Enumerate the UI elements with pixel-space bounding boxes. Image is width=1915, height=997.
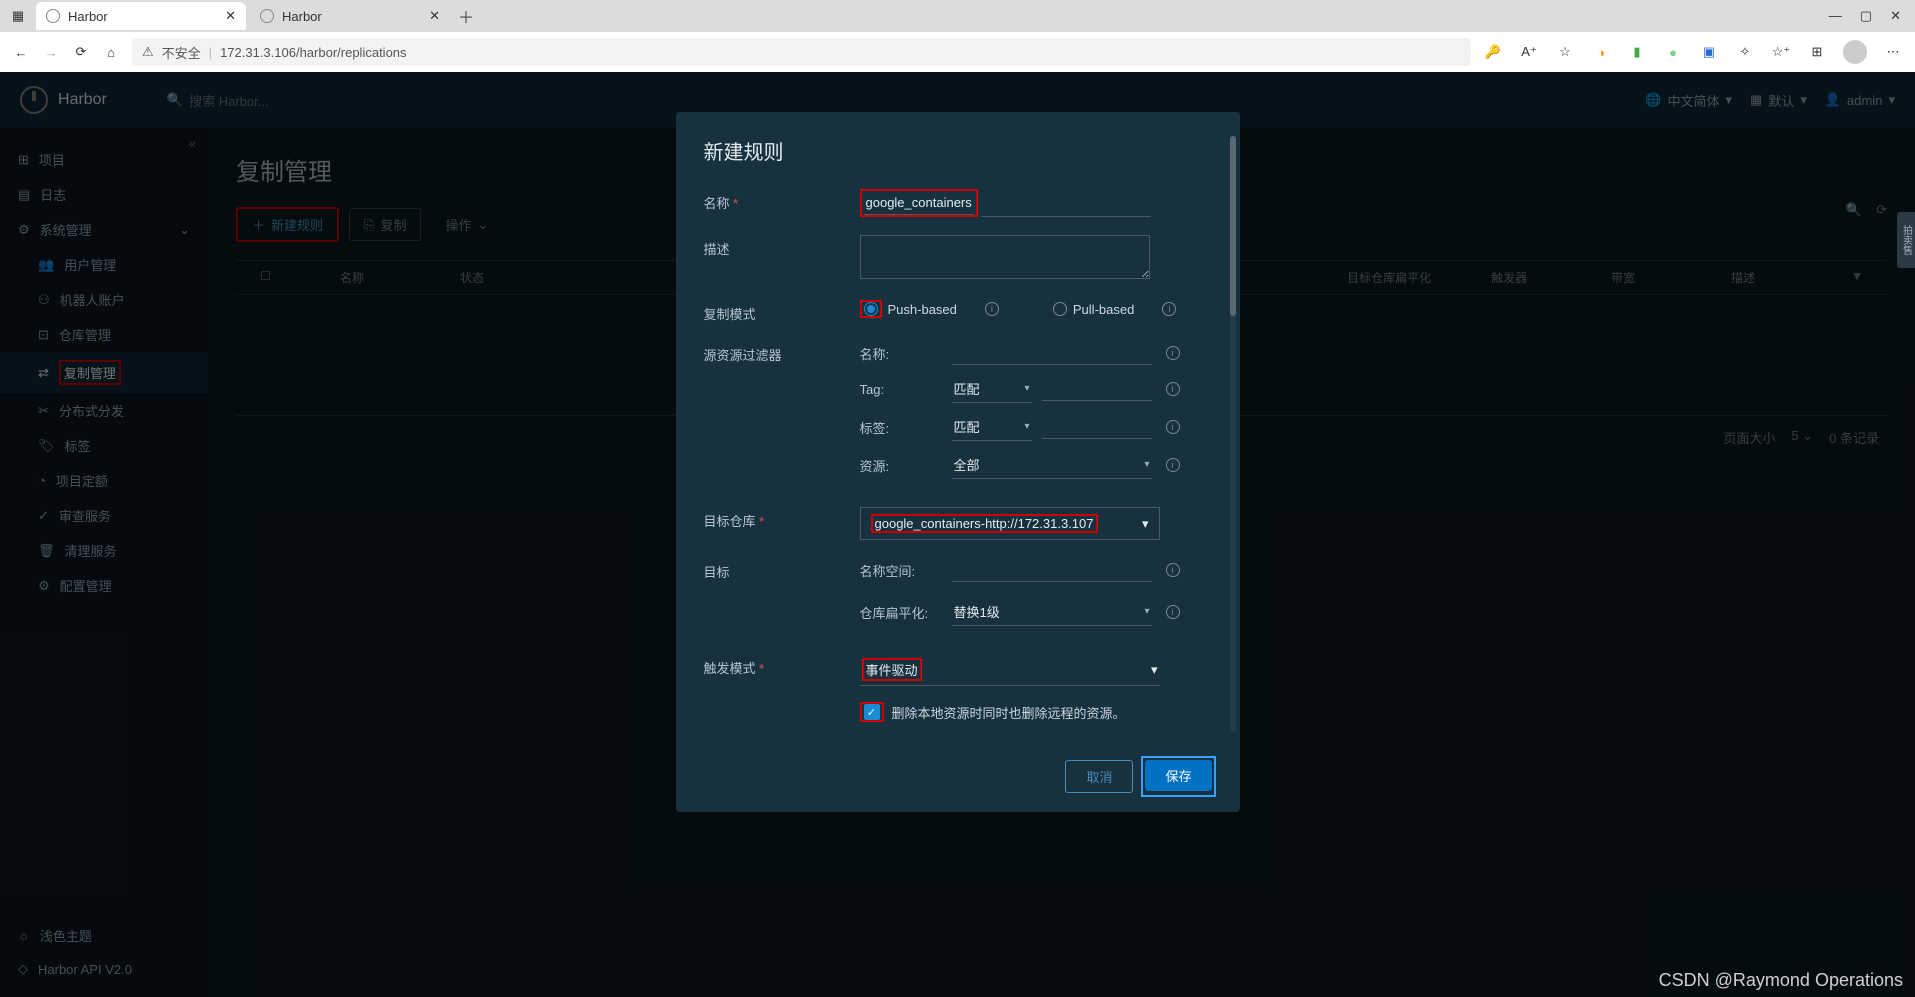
flt-tag-input[interactable]: [1042, 377, 1152, 401]
info-icon[interactable]: i: [985, 302, 999, 316]
tab-title: Harbor: [68, 9, 108, 24]
ext3-icon[interactable]: ●: [1663, 42, 1683, 62]
refresh-button[interactable]: ⟳: [72, 44, 90, 60]
info-icon[interactable]: i: [1166, 420, 1180, 434]
dst-repo-select[interactable]: google_containers-http://172.31.3.107 ▾: [860, 507, 1160, 540]
flt-res-label: 资源:: [860, 456, 942, 475]
trigger-select[interactable]: 事件驱动 ▾: [860, 654, 1160, 686]
modal-title: 新建规则: [704, 136, 1240, 165]
url-text: 172.31.3.106/harbor/replications: [220, 45, 406, 60]
ns-label: 名称空间:: [860, 561, 942, 580]
window-close-button[interactable]: ✕: [1890, 8, 1901, 24]
pull-radio[interactable]: Pull-based: [1053, 302, 1134, 317]
tab-title: Harbor: [282, 9, 322, 24]
browser-tab-1[interactable]: Harbor ✕: [36, 2, 246, 30]
delete-remote-label: 删除本地资源时同时也删除远程的资源。: [892, 703, 1126, 722]
flt-name-label: 名称:: [860, 344, 942, 363]
desc-textarea[interactable]: [860, 235, 1150, 279]
trigger-label: 触发模式: [704, 654, 844, 677]
flt-label-match-select[interactable]: 匹配▾: [952, 413, 1032, 441]
close-icon[interactable]: ✕: [225, 8, 236, 24]
modal-scrollbar[interactable]: [1230, 136, 1236, 732]
flt-label-input[interactable]: [1042, 415, 1152, 439]
flat-label: 仓库扁平化:: [860, 603, 942, 622]
push-radio[interactable]: [864, 302, 878, 316]
app-icon[interactable]: ⊞: [1807, 42, 1827, 62]
browser-tab-strip: ▦ Harbor ✕ Harbor ✕ ＋ — ▢ ✕: [0, 0, 1915, 32]
window-maximize-button[interactable]: ▢: [1860, 8, 1872, 24]
flt-name-input[interactable]: [952, 341, 1152, 365]
favicon-icon: [46, 9, 60, 23]
desc-label: 描述: [704, 235, 844, 258]
new-rule-modal: 新建规则 名称 描述 复制模式: [676, 112, 1240, 812]
mode-label: 复制模式: [704, 300, 844, 323]
forward-button[interactable]: →: [42, 45, 60, 60]
extensions-icon[interactable]: ✧: [1735, 42, 1755, 62]
tab-list-icon[interactable]: ▦: [4, 2, 32, 30]
profile-avatar[interactable]: [1843, 40, 1867, 64]
browser-address-bar: ← → ⟳ ⌂ ⚠ 不安全 | 172.31.3.106/harbor/repl…: [0, 32, 1915, 72]
name-label: 名称: [704, 189, 844, 212]
info-icon[interactable]: i: [1166, 605, 1180, 619]
text-icon[interactable]: A⁺: [1519, 42, 1539, 62]
window-minimize-button[interactable]: —: [1829, 8, 1842, 24]
info-icon[interactable]: i: [1166, 382, 1180, 396]
collections-icon[interactable]: ☆⁺: [1771, 42, 1791, 62]
info-icon[interactable]: i: [1166, 458, 1180, 472]
insecure-label: 不安全: [162, 43, 201, 62]
ext2-icon[interactable]: ▮: [1627, 42, 1647, 62]
insecure-icon: ⚠: [142, 44, 154, 60]
info-icon[interactable]: i: [1162, 302, 1176, 316]
dst-repo-label: 目标仓库: [704, 507, 844, 530]
flt-tag-label: Tag:: [860, 382, 942, 397]
new-tab-button[interactable]: ＋: [458, 4, 474, 28]
flt-res-select[interactable]: 全部▾: [952, 451, 1152, 479]
reader-icon[interactable]: 🔑: [1483, 42, 1503, 62]
filter-label: 源资源过滤器: [704, 341, 844, 364]
name-input[interactable]: [864, 191, 974, 215]
delete-remote-checkbox[interactable]: ✓: [864, 704, 880, 720]
more-icon[interactable]: ⋯: [1883, 42, 1903, 62]
push-label: Push-based: [888, 302, 957, 317]
info-icon[interactable]: i: [1166, 346, 1180, 360]
back-button[interactable]: ←: [12, 45, 30, 60]
chevron-down-icon: ▾: [1151, 662, 1158, 678]
favorite-icon[interactable]: ☆: [1555, 42, 1575, 62]
browser-tab-2[interactable]: Harbor ✕: [250, 2, 450, 30]
favicon-icon: [260, 9, 274, 23]
info-icon[interactable]: i: [1166, 563, 1180, 577]
chevron-down-icon: ▾: [1142, 516, 1149, 532]
save-button[interactable]: 保存: [1145, 760, 1211, 791]
translate-icon[interactable]: ▣: [1699, 42, 1719, 62]
ext1-icon[interactable]: ◑: [1591, 42, 1611, 62]
flt-label-label: 标签:: [860, 418, 942, 437]
ns-input[interactable]: [952, 558, 1152, 582]
home-button[interactable]: ⌂: [102, 45, 120, 60]
flt-tag-match-select[interactable]: 匹配▾: [952, 375, 1032, 403]
close-icon[interactable]: ✕: [429, 8, 440, 24]
dst-label: 目标: [704, 558, 844, 581]
cancel-button[interactable]: 取消: [1065, 760, 1133, 793]
url-input[interactable]: ⚠ 不安全 | 172.31.3.106/harbor/replications: [132, 38, 1471, 66]
flat-select[interactable]: 替换1级▾: [952, 598, 1152, 626]
